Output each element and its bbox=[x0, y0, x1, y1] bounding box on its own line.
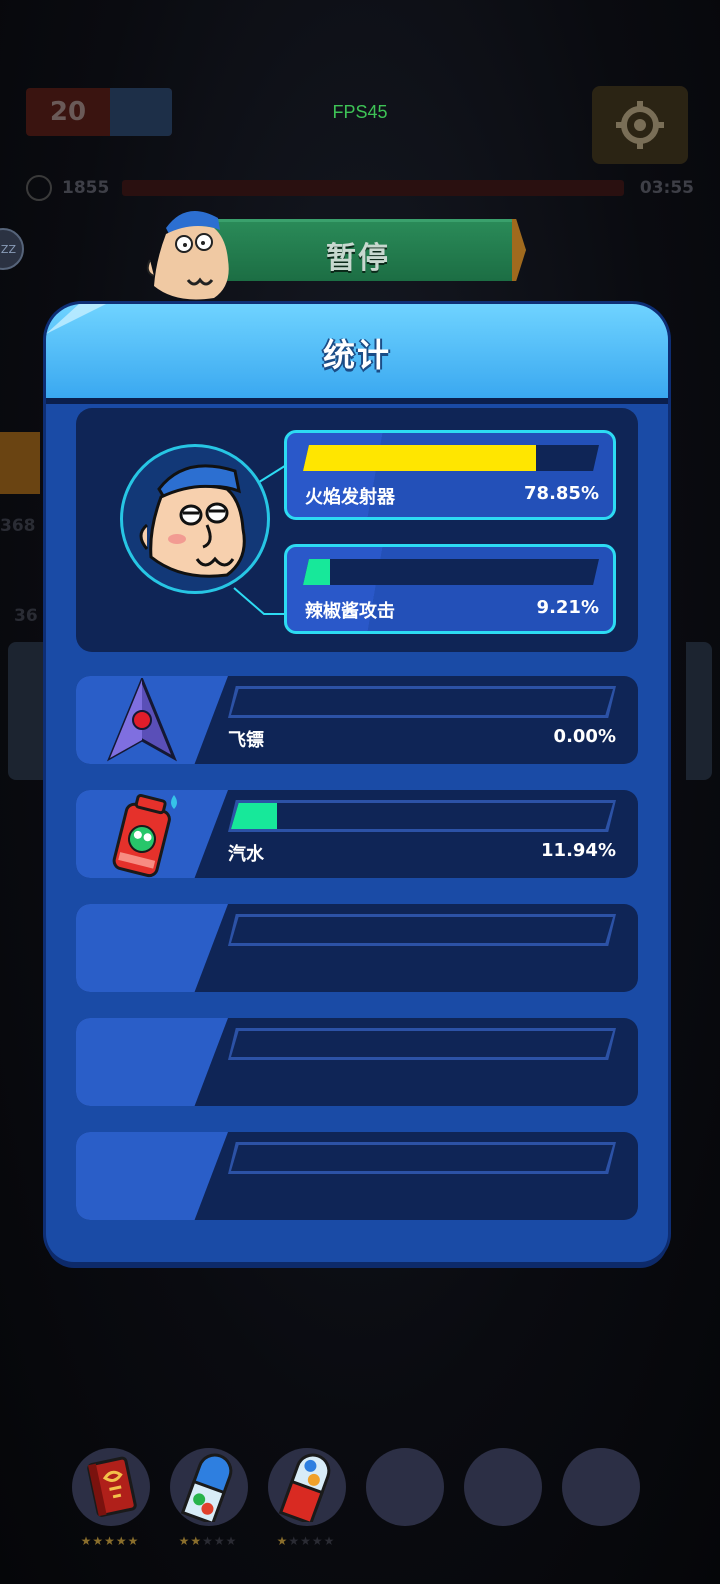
red-book-icon bbox=[87, 1456, 137, 1517]
weapon-icon-zone bbox=[76, 904, 228, 992]
weapon-bar-track bbox=[231, 1145, 613, 1171]
background-card bbox=[8, 642, 48, 780]
star-empty-icon: ★ bbox=[213, 1534, 226, 1548]
blue-capsule-icon bbox=[180, 1453, 233, 1522]
star-filled-icon: ★ bbox=[104, 1534, 116, 1548]
stat-bar-track bbox=[303, 559, 599, 585]
background-number: 368 bbox=[0, 516, 36, 536]
background-number: 36 bbox=[14, 606, 38, 626]
character-stats-box: 火焰发射器 78.85% 辣椒酱攻击 9.21% bbox=[76, 408, 638, 652]
weapon-stat-row: 汽水 11.94% bbox=[76, 790, 638, 878]
item-slot[interactable] bbox=[170, 1448, 248, 1526]
stats-panel: 统计 火焰发射器 78.85% 辣椒酱攻击 9.21% 飞镖 0.00% 汽水 … bbox=[46, 304, 668, 1262]
wave-progress-bar bbox=[122, 180, 624, 196]
empty-weapon-slot bbox=[76, 1018, 638, 1106]
kill-count: 1855 bbox=[62, 178, 110, 198]
weapon-percent: 0.00% bbox=[553, 726, 616, 747]
item-slots-bar: ★★★★★ ★★★★★ ★★★★★ bbox=[70, 1448, 650, 1558]
stat-name: 辣椒酱攻击 bbox=[305, 601, 395, 622]
settings-button[interactable] bbox=[592, 86, 688, 164]
weapon-icon-zone bbox=[76, 1018, 228, 1106]
stat-bar-track bbox=[303, 445, 599, 471]
stat-percent: 9.21% bbox=[536, 597, 599, 618]
star-empty-icon: ★ bbox=[323, 1534, 336, 1548]
red-capsule-icon bbox=[278, 1453, 331, 1522]
star-empty-icon: ★ bbox=[288, 1534, 301, 1548]
character-face-icon bbox=[139, 464, 246, 578]
weapon-bar-track bbox=[231, 1031, 613, 1057]
background-card bbox=[0, 432, 40, 494]
stats-panel-header: 统计 bbox=[46, 304, 668, 404]
character-stat-card: 火焰发射器 78.85% bbox=[284, 430, 616, 520]
empty-item-slot[interactable] bbox=[562, 1448, 640, 1526]
weapon-percent: 11.94% bbox=[541, 840, 616, 861]
empty-weapon-slot bbox=[76, 904, 638, 992]
pause-banner: 暂停 bbox=[190, 219, 526, 281]
weapon-name: 飞镖 bbox=[228, 730, 264, 751]
kill-icon bbox=[26, 175, 52, 201]
background-card bbox=[686, 642, 712, 780]
star-empty-icon: ★ bbox=[225, 1534, 238, 1548]
weapon-stat-row: 飞镖 0.00% bbox=[76, 676, 638, 764]
star-empty-icon: ★ bbox=[202, 1534, 214, 1548]
star-filled-icon: ★ bbox=[127, 1534, 140, 1548]
character-portrait bbox=[120, 444, 270, 594]
hud-status-row: 1855 03:55 bbox=[26, 174, 694, 202]
soda-can-icon bbox=[112, 793, 177, 878]
weapon-icon-zone bbox=[76, 676, 228, 764]
star-filled-icon: ★ bbox=[276, 1534, 289, 1548]
empty-item-slot[interactable] bbox=[366, 1448, 444, 1526]
weapon-icon-zone bbox=[76, 790, 228, 878]
item-star-rating: ★★★★★ bbox=[70, 1534, 150, 1548]
stat-bar-fill bbox=[303, 445, 537, 471]
weapon-bar-fill bbox=[231, 803, 277, 829]
empty-item-slot[interactable] bbox=[464, 1448, 542, 1526]
item-slot[interactable] bbox=[268, 1448, 346, 1526]
character-avatar-icon bbox=[136, 200, 240, 304]
weapon-bar-track bbox=[231, 803, 613, 829]
stats-title: 统计 bbox=[322, 336, 391, 374]
star-empty-icon: ★ bbox=[300, 1534, 312, 1548]
star-filled-icon: ★ bbox=[190, 1534, 203, 1548]
character-stat-card: 辣椒酱攻击 9.21% bbox=[284, 544, 616, 634]
star-filled-icon: ★ bbox=[178, 1534, 191, 1548]
game-timer: 03:55 bbox=[639, 178, 694, 198]
stat-name: 火焰发射器 bbox=[305, 487, 395, 508]
star-empty-icon: ★ bbox=[311, 1534, 324, 1548]
item-star-rating: ★★★★★ bbox=[168, 1534, 248, 1548]
weapon-name: 汽水 bbox=[228, 844, 264, 865]
stat-bar-fill bbox=[303, 559, 331, 585]
weapon-bar-track bbox=[231, 917, 613, 943]
weapon-icon-zone bbox=[76, 1132, 228, 1220]
item-star-rating: ★★★★★ bbox=[266, 1534, 346, 1548]
star-filled-icon: ★ bbox=[80, 1534, 93, 1548]
item-slot[interactable] bbox=[72, 1448, 150, 1526]
weapon-bar-track bbox=[231, 689, 613, 715]
dart-icon bbox=[106, 678, 178, 762]
pause-title: 暂停 bbox=[326, 241, 390, 276]
gear-icon bbox=[616, 101, 664, 149]
stat-percent: 78.85% bbox=[524, 483, 599, 504]
empty-weapon-slot bbox=[76, 1132, 638, 1220]
star-filled-icon: ★ bbox=[115, 1534, 128, 1548]
star-filled-icon: ★ bbox=[92, 1534, 105, 1548]
